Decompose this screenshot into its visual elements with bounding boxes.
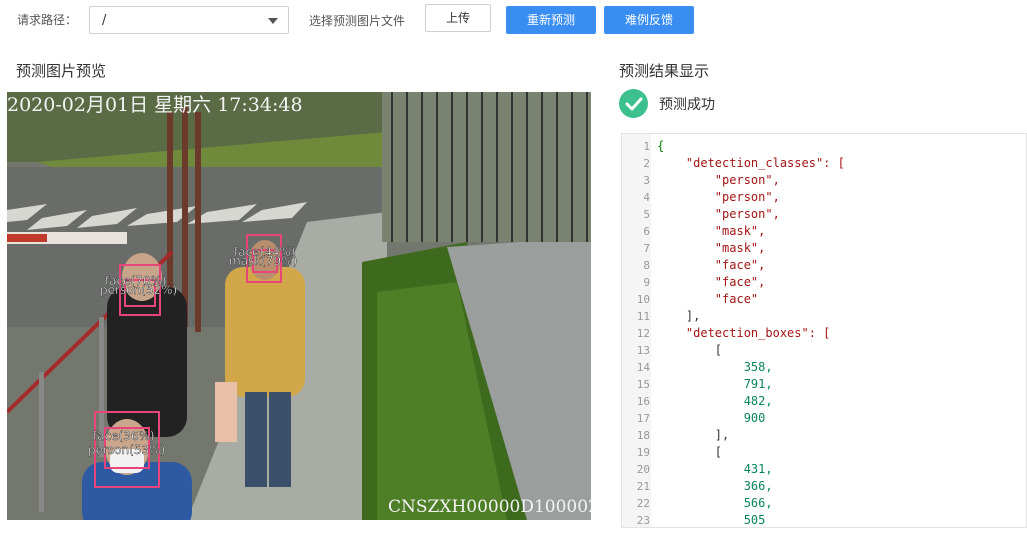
code-line: 9 "face", bbox=[622, 274, 1026, 291]
code-text: 791, bbox=[657, 377, 773, 391]
code-text: ], bbox=[657, 428, 730, 442]
code-line: 23 505 bbox=[622, 512, 1026, 527]
code-text: "person", bbox=[657, 173, 780, 187]
result-title: 预测结果显示 bbox=[619, 62, 710, 80]
line-number: 4 bbox=[643, 191, 650, 204]
code-text: [ bbox=[657, 343, 723, 357]
code-line: 7 "mask", bbox=[622, 240, 1026, 257]
code-text: "person", bbox=[657, 190, 780, 204]
code-text: 431, bbox=[657, 462, 773, 476]
status-text: 预测成功 bbox=[659, 97, 715, 113]
line-number: 10 bbox=[636, 293, 650, 306]
code-line: 19 [ bbox=[622, 444, 1026, 461]
code-text: 566, bbox=[657, 496, 773, 510]
prediction-image-preview: face(70%) person(52%) face(44%) mask(79%… bbox=[7, 92, 591, 520]
code-text: "face", bbox=[657, 258, 766, 272]
line-number: 7 bbox=[643, 242, 650, 255]
code-text: "mask", bbox=[657, 241, 766, 255]
line-number: 16 bbox=[636, 395, 650, 408]
code-line: 5 "person", bbox=[622, 206, 1026, 223]
code-text: 505 bbox=[657, 513, 766, 527]
code-line: 13 [ bbox=[622, 342, 1026, 359]
line-number: 14 bbox=[636, 361, 650, 374]
line-number: 23 bbox=[636, 514, 650, 527]
code-line: 2 "detection_classes": [ bbox=[622, 155, 1026, 172]
line-number: 5 bbox=[643, 208, 650, 221]
code-text: 900 bbox=[657, 411, 766, 425]
line-number: 13 bbox=[636, 344, 650, 357]
toolbar: 请求路径： / 选择预测图片文件 上传 重新预测 难例反馈 bbox=[0, 0, 1027, 40]
choose-file-label: 选择预测图片文件 bbox=[309, 14, 406, 28]
code-line: 4 "person", bbox=[622, 189, 1026, 206]
line-number: 3 bbox=[643, 174, 650, 187]
line-number: 11 bbox=[636, 310, 650, 323]
code-text: "detection_classes": [ bbox=[657, 156, 845, 170]
line-number: 21 bbox=[636, 480, 650, 493]
code-line: 11 ], bbox=[622, 308, 1026, 325]
detection-label: face(36%) bbox=[93, 429, 155, 443]
code-line: 10 "face" bbox=[622, 291, 1026, 308]
detection-label: mask(79%) bbox=[229, 254, 297, 268]
request-path-label: 请求路径： bbox=[17, 13, 78, 27]
preview-title: 预测图片预览 bbox=[16, 62, 107, 80]
code-text: "mask", bbox=[657, 224, 766, 238]
code-text: 482, bbox=[657, 394, 773, 408]
line-number: 6 bbox=[643, 225, 650, 238]
line-number: 18 bbox=[636, 429, 650, 442]
chevron-down-icon bbox=[268, 18, 278, 24]
code-text: "face" bbox=[657, 292, 759, 306]
camera-id: CNSZXH00000D10000201X bbox=[388, 497, 591, 517]
request-path-select[interactable]: / bbox=[89, 6, 289, 34]
code-text: [ bbox=[657, 445, 723, 459]
code-line: 18 ], bbox=[622, 427, 1026, 444]
code-line: 22 566, bbox=[622, 495, 1026, 512]
code-line: 20 431, bbox=[622, 461, 1026, 478]
line-number: 12 bbox=[636, 327, 650, 340]
code-line: 3 "person", bbox=[622, 172, 1026, 189]
code-line: 12 "detection_boxes": [ bbox=[622, 325, 1026, 342]
line-number: 2 bbox=[643, 157, 650, 170]
success-check-icon bbox=[619, 89, 648, 118]
code-line: 16 482, bbox=[622, 393, 1026, 410]
code-text: 358, bbox=[657, 360, 773, 374]
code-line: 14 358, bbox=[622, 359, 1026, 376]
code-line: 1{ bbox=[622, 138, 1026, 155]
code-line: 21 366, bbox=[622, 478, 1026, 495]
line-number: 9 bbox=[643, 276, 650, 289]
line-number: 19 bbox=[636, 446, 650, 459]
code-text: "person", bbox=[657, 207, 780, 221]
code-text: ], bbox=[657, 309, 701, 323]
camera-timestamp: 2020-02月01日 星期六 17:34:48 bbox=[7, 94, 303, 116]
line-number: 1 bbox=[643, 140, 650, 153]
repredict-button[interactable]: 重新预测 bbox=[506, 6, 596, 34]
line-number: 15 bbox=[636, 378, 650, 391]
line-number: 22 bbox=[636, 497, 650, 510]
code-text: "face", bbox=[657, 275, 766, 289]
line-number: 8 bbox=[643, 259, 650, 272]
code-text: 366, bbox=[657, 479, 773, 493]
line-number: 20 bbox=[636, 463, 650, 476]
upload-button[interactable]: 上传 bbox=[425, 4, 491, 32]
result-json-viewer[interactable]: 1{2 "detection_classes": [3 "person", 4 "… bbox=[621, 133, 1027, 528]
line-number: 17 bbox=[636, 412, 650, 425]
code-text: "detection_boxes": [ bbox=[657, 326, 831, 340]
code-line: 8 "face", bbox=[622, 257, 1026, 274]
code-line: 17 900 bbox=[622, 410, 1026, 427]
detection-label: person(52%) bbox=[100, 283, 177, 297]
hard-example-feedback-button[interactable]: 难例反馈 bbox=[604, 6, 694, 34]
code-line: 15 791, bbox=[622, 376, 1026, 393]
code-text: { bbox=[657, 139, 665, 153]
code-line: 6 "mask", bbox=[622, 223, 1026, 240]
request-path-value: / bbox=[102, 13, 107, 28]
detection-label: person(53%) bbox=[88, 443, 165, 457]
